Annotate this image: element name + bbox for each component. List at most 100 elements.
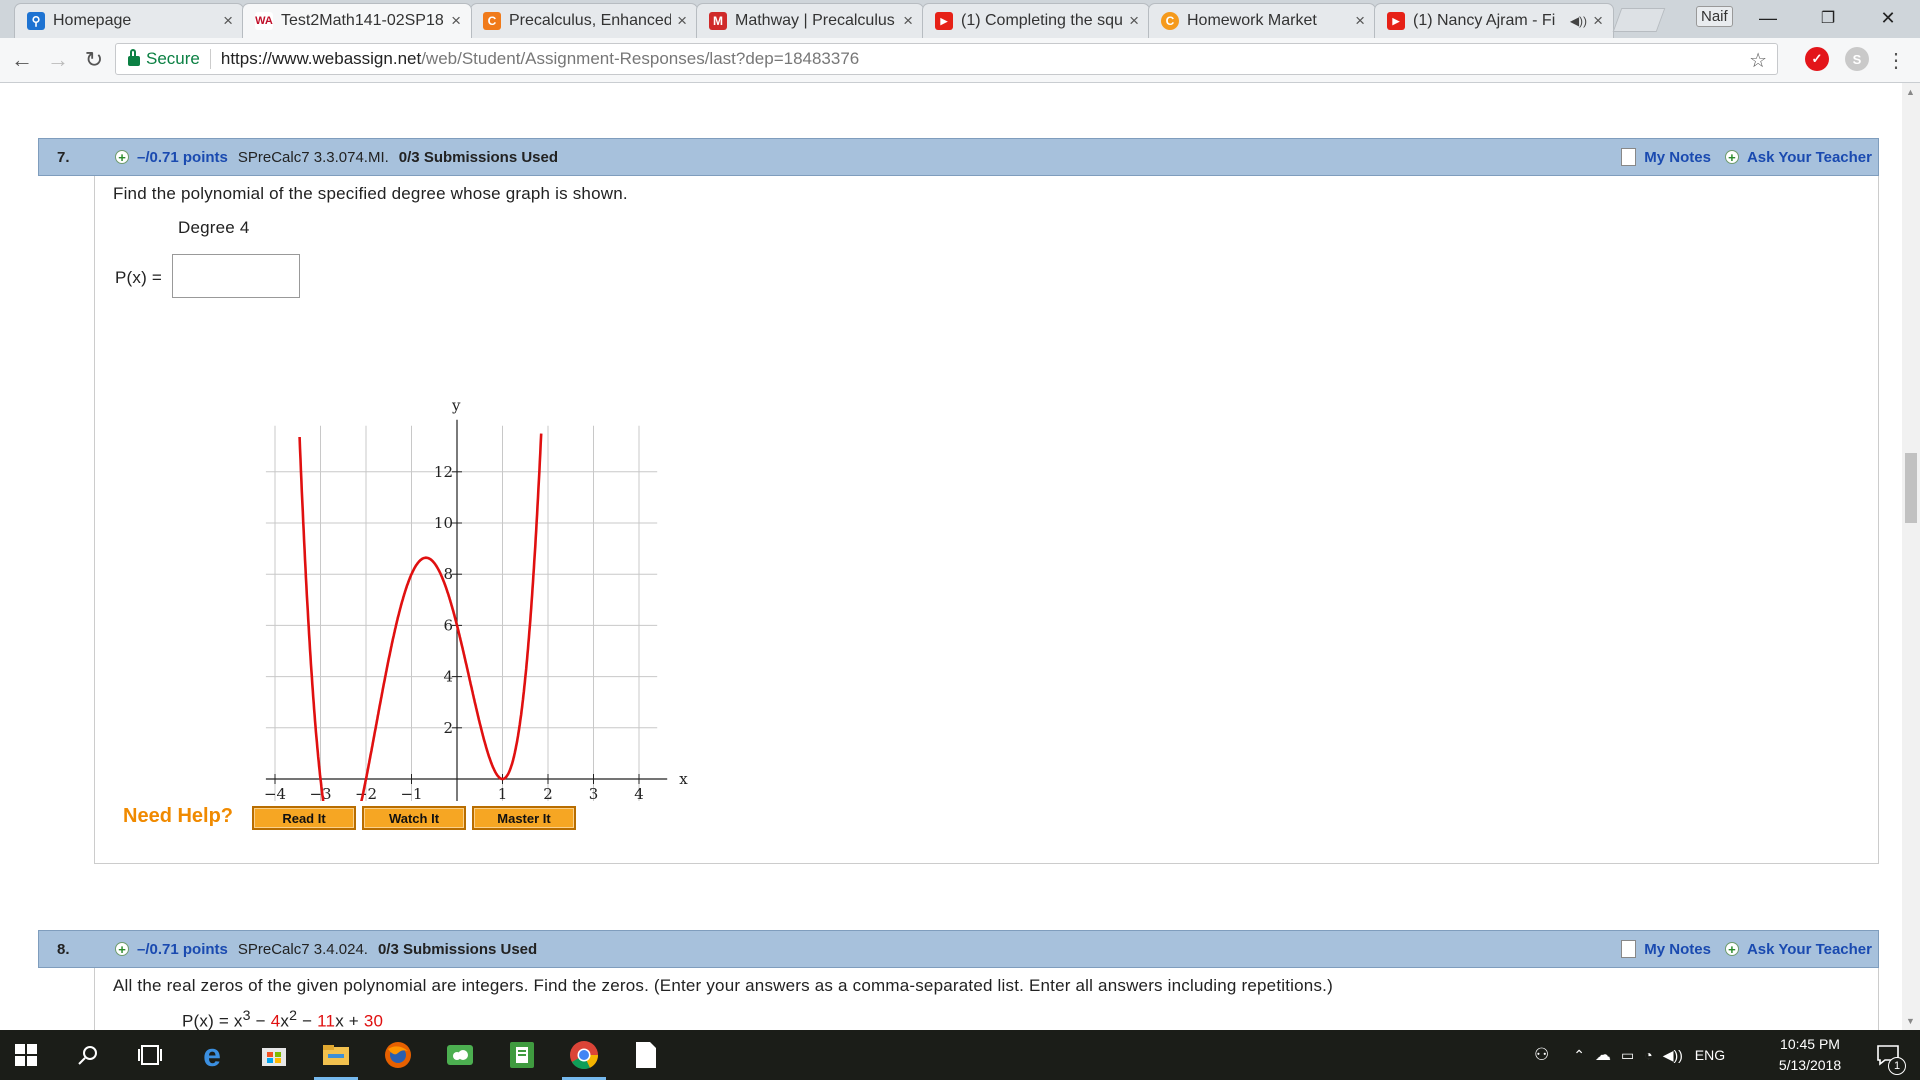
answer-input[interactable] — [172, 254, 300, 298]
tab-homepage[interactable]: ⚲ Homepage × — [14, 3, 244, 38]
vertical-scrollbar[interactable]: ▲ ▼ — [1902, 83, 1920, 1030]
onedrive-icon[interactable]: ☁ — [1595, 1045, 1611, 1065]
y-tick-label: 4 — [443, 668, 453, 686]
store-icon[interactable] — [258, 1039, 290, 1071]
grid-lines — [265, 425, 658, 801]
extension-icon[interactable]: ✓ — [1805, 47, 1829, 71]
url-host: https://www.webassign.net — [220, 49, 422, 68]
polynomial-graph: xy −4−3−2−11234−224681012 — [264, 397, 688, 801]
menu-icon[interactable]: ⋮ — [1880, 44, 1912, 76]
action-center-icon[interactable]: 1 — [1872, 1039, 1906, 1075]
restore-icon[interactable]: ❐ — [1803, 4, 1853, 32]
browser-toolbar: ← → ↻ Secure https://www.webassign.net/w… — [0, 38, 1920, 83]
lock-icon — [128, 49, 140, 66]
plus-icon[interactable]: + — [1724, 150, 1739, 164]
watch-it-button[interactable]: Watch It — [362, 806, 466, 830]
windows-start-icon[interactable] — [10, 1039, 42, 1071]
firefox-icon[interactable] — [382, 1039, 414, 1071]
page-content: 7. + –/0.71 points SPreCalc7 3.3.074.MI.… — [0, 83, 1902, 1030]
my-notes-link[interactable]: My Notes — [1644, 149, 1711, 166]
battery-icon[interactable]: ▭ — [1621, 1047, 1634, 1064]
taskbar-clock[interactable]: 10:45 PM 5/13/2018 — [1760, 1034, 1860, 1076]
chrome-icon[interactable] — [568, 1039, 600, 1071]
tab-precalculus-enhanced[interactable]: C Precalculus, Enhanced W × — [470, 3, 698, 38]
scroll-up-icon[interactable]: ▲ — [1906, 87, 1915, 97]
tab-mathway[interactable]: M Mathway | Precalculus P × — [696, 3, 924, 38]
speaker-icon[interactable]: ◀)) — [1570, 14, 1587, 28]
scroll-thumb[interactable] — [1905, 453, 1917, 523]
points-link[interactable]: –/0.71 points — [137, 149, 228, 166]
need-help-label: Need Help? — [123, 805, 234, 827]
cengage-icon: C — [483, 12, 501, 30]
question-7-header: 7. + –/0.71 points SPreCalc7 3.3.074.MI.… — [38, 138, 1879, 176]
homework-market-icon: C — [1161, 12, 1179, 30]
plus-icon[interactable]: + — [1724, 942, 1739, 956]
submissions-used: 0/3 Submissions Used — [398, 148, 559, 166]
bookmark-star-icon[interactable]: ☆ — [1749, 48, 1767, 73]
volume-icon[interactable]: ◀)) — [1663, 1047, 1683, 1064]
task-view-icon[interactable] — [134, 1039, 166, 1071]
ask-teacher-link[interactable]: Ask Your Teacher — [1747, 149, 1872, 166]
y-tick-label: 10 — [434, 514, 453, 532]
divider — [209, 49, 211, 69]
tab-webassign[interactable]: WA Test2Math141-02SP18 × — [242, 3, 472, 38]
file-explorer-icon[interactable] — [320, 1039, 352, 1071]
y-tick-label: 6 — [443, 616, 453, 634]
reload-icon[interactable]: ↻ — [78, 44, 110, 76]
submissions-used: 0/3 Submissions Used — [377, 940, 538, 958]
close-icon[interactable]: × — [677, 11, 687, 31]
x-tick-label: −1 — [400, 785, 422, 801]
master-it-button[interactable]: Master It — [472, 806, 576, 830]
plus-icon[interactable]: + — [115, 942, 129, 956]
close-icon[interactable]: × — [223, 11, 233, 31]
play-icon: ▶ — [1387, 12, 1405, 30]
close-icon[interactable]: × — [451, 11, 461, 31]
chevron-up-icon[interactable]: ⌃ — [1573, 1047, 1585, 1064]
close-icon[interactable]: × — [1593, 11, 1603, 31]
plus-icon[interactable]: + — [115, 150, 129, 164]
x-tick-label: 2 — [543, 785, 553, 801]
skype-icon[interactable]: S — [1845, 47, 1869, 71]
ask-teacher-link[interactable]: Ask Your Teacher — [1747, 941, 1872, 958]
degree-label: Degree 4 — [178, 218, 250, 237]
points-link[interactable]: –/0.71 points — [137, 941, 228, 958]
y-tick-label: 8 — [443, 565, 453, 583]
question-code: SPreCalc7 3.3.074.MI. — [237, 148, 389, 166]
windows-taskbar: e ⚇ ⌃ ☁ ▭ ◔ ◀)) ENG 10:45 PM 5/13/2018 1 — [0, 1030, 1920, 1080]
close-icon[interactable]: × — [1355, 11, 1365, 31]
y-tick-label: 12 — [434, 463, 453, 481]
close-window-icon[interactable]: ✕ — [1863, 4, 1913, 32]
address-bar[interactable]: Secure https://www.webassign.net/web/Stu… — [115, 43, 1778, 75]
forward-icon[interactable]: → — [42, 44, 74, 76]
my-notes-link[interactable]: My Notes — [1644, 941, 1711, 958]
notes-icon — [1621, 940, 1637, 958]
question-code: SPreCalc7 3.4.024. — [237, 940, 368, 958]
search-icon[interactable] — [72, 1039, 104, 1071]
y-axis-label: y — [451, 397, 461, 415]
read-it-button[interactable]: Read It — [252, 806, 356, 830]
language-indicator[interactable]: ENG — [1695, 1047, 1725, 1063]
question-prompt: All the real zeros of the given polynomi… — [113, 976, 1333, 995]
close-icon[interactable]: × — [1129, 11, 1139, 31]
scroll-down-icon[interactable]: ▼ — [1906, 1016, 1915, 1026]
tab-completing-square[interactable]: ▶ (1) Completing the squ × — [922, 3, 1150, 38]
question-number: 8. — [57, 940, 70, 958]
new-tab-button[interactable] — [1612, 8, 1666, 32]
edge-icon[interactable]: e — [196, 1037, 228, 1073]
x-tick-label: 1 — [498, 785, 508, 801]
cloud-app-icon[interactable] — [444, 1039, 476, 1071]
document-icon[interactable] — [630, 1039, 662, 1071]
notes-app-icon[interactable] — [506, 1039, 538, 1071]
clock-date: 5/13/2018 — [1778, 1057, 1842, 1073]
close-icon[interactable]: × — [903, 11, 913, 31]
notes-icon — [1621, 148, 1637, 166]
tab-homework-market[interactable]: C Homework Market × — [1148, 3, 1376, 38]
wifi-icon[interactable]: ◔ — [1644, 1047, 1652, 1063]
tab-nancy-ajram[interactable]: ▶ (1) Nancy Ajram - Fi ◀)) × — [1374, 3, 1614, 38]
browser-tab-strip: ⚲ Homepage × WA Test2Math141-02SP18 × C … — [0, 0, 1920, 38]
minimize-icon[interactable]: — — [1743, 4, 1793, 32]
profile-button[interactable]: Naif — [1696, 6, 1733, 27]
x-tick-label: −4 — [264, 785, 286, 801]
people-icon[interactable]: ⚇ — [1534, 1045, 1549, 1065]
back-icon[interactable]: ← — [6, 44, 38, 76]
